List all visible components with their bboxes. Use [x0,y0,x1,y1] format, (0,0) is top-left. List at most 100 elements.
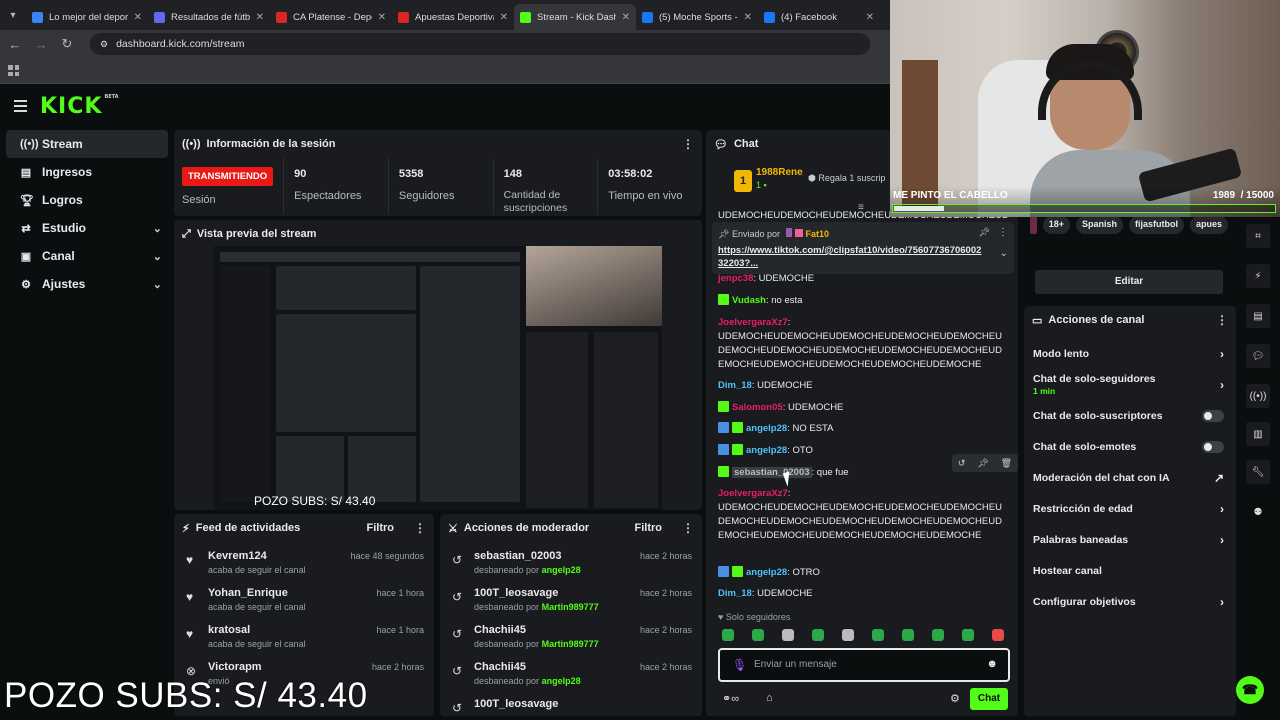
emote-icon[interactable] [842,629,854,641]
close-icon[interactable]: ✕ [744,12,752,23]
rail-more-icon[interactable]: ⚉ [1246,500,1270,524]
channel-tag[interactable]: 18+ [1042,216,1070,234]
chat-message[interactable]: Vudash: no esta [718,294,1008,308]
chat-username[interactable]: Vudash [732,295,766,306]
emote-icon[interactable] [722,629,734,641]
support-icon[interactable]: ☎ [1236,676,1264,704]
channel-tag[interactable]: apues [1189,216,1228,234]
browser-tab[interactable]: Apuestas Deportivas ✕ [392,4,514,30]
feed-item[interactable]: ♥ Kevrem124 acaba de seguir el canal hace 4… [174,544,434,581]
chat-message[interactable]: angelp28: NO ESTA [718,422,1008,436]
chat-message[interactable]: Salomon05: UDEMOCHE [718,401,1008,415]
chat-input[interactable]: 🎙︎ Enviar un mensaje ☻ [718,648,1010,682]
sidebar-item-logros[interactable]: 🏆︎ Logros [6,186,168,214]
gift-prompt[interactable]: ⬢ Regala 1 suscrip [808,173,885,184]
channel-action-item[interactable]: Chat de solo-emotes [1024,431,1236,462]
browser-tab[interactable]: (5) Moche Sports - F ✕ [636,4,758,30]
chat-username[interactable]: angelp28 [746,567,787,578]
chat-username[interactable]: angelp28 [746,423,787,434]
channel-action-item[interactable]: Restricción de edad › [1024,493,1236,524]
close-icon[interactable]: ✕ [256,12,264,23]
toggle-switch[interactable] [1202,440,1224,453]
channel-action-item[interactable]: Hostear canal [1024,555,1236,586]
browser-tab[interactable]: Stream - Kick Dashb ✕ [514,4,636,30]
sidebar-item-estudio[interactable]: ⇄ Estudio ⌄ [6,214,168,242]
emote-icon[interactable] [782,629,794,641]
pinned-link[interactable]: https://www.tiktok.com/@clipsfat10/video… [718,244,984,270]
rail-server-icon[interactable]: ▥ [1246,422,1270,446]
filter-button[interactable]: Filtro [367,522,395,534]
more-options-icon[interactable]: ⋮ [682,521,694,535]
feed-item[interactable]: ♥ kratosal acaba de seguir el canal hace 1 … [174,618,434,655]
chat-message[interactable]: angelp28: OTRO [718,566,1008,580]
browser-tab[interactable]: Lo mejor del deporte ✕ [26,4,148,30]
send-chat-button[interactable]: Chat [970,688,1008,710]
channel-action-item[interactable]: Palabras baneadas › [1024,524,1236,555]
settings-icon[interactable]: ⚙ [950,692,960,705]
url-field[interactable]: ⚙ dashboard.kick.com/stream [90,33,870,55]
browser-tab[interactable]: (4) Facebook ✕ [758,4,880,30]
close-icon[interactable]: ✕ [134,12,142,23]
chat-username[interactable]: Dim_18 [718,588,752,599]
mod-item[interactable]: ↺ sebastian_02003 desbaneado por angelp28 h… [440,544,702,581]
chat-message[interactable]: JoelvergaraXz7: UDEMOCHEUDEMOCHEUDEMOCHEU… [718,487,1008,543]
emote-icon[interactable] [962,629,974,641]
rail-wrench-icon[interactable]: 🔧︎ [1246,460,1270,484]
store-icon[interactable]: ⌂ [766,692,773,704]
chat-username[interactable]: Dim_18 [718,380,752,391]
emoji-icon[interactable]: ☻ [986,658,998,670]
chevron-down-icon[interactable]: ⌄ [1000,248,1008,259]
menu-icon[interactable] [14,100,27,115]
channel-tag[interactable]: fijasfutbol [1128,216,1184,234]
feed-item[interactable]: ♥ Yohan_Enrique acaba de seguir el canal ha… [174,581,434,618]
chat-username[interactable]: JoelvergaraXz7 [718,317,788,328]
browser-tab[interactable]: Resultados de fútbol ✕ [148,4,270,30]
close-icon[interactable]: ✕ [622,12,630,23]
emote-icon[interactable] [872,629,884,641]
emote-icon[interactable] [812,629,824,641]
more-options-icon[interactable]: ⋮ [1216,313,1228,327]
rail-capture-icon[interactable]: ⌗ [1246,224,1270,248]
close-icon[interactable]: ✕ [378,12,386,23]
chat-message[interactable]: jenpc38: UDEMOCHE [718,272,1008,286]
infinity-icon[interactable]: ⚭∞ [722,692,739,705]
more-options-icon[interactable]: ⋮ [682,137,694,151]
edit-button[interactable]: Editar [1035,270,1223,294]
chat-message[interactable]: JoelvergaraXz7: UDEMOCHEUDEMOCHEUDEMOCHEU… [718,316,1008,372]
sidebar-item-stream[interactable]: ((•)) Stream [6,130,168,158]
chat-username[interactable]: jenpc38 [718,273,753,284]
channel-action-item[interactable]: Chat de solo-seguidores 1 min › [1024,369,1236,400]
channel-action-item[interactable]: Chat de solo-suscriptores [1024,400,1236,431]
apps-icon[interactable] [8,65,19,76]
rail-bolt-icon[interactable]: ⚡︎ [1246,264,1270,288]
sidebar-item-canal[interactable]: ▣ Canal ⌄ [6,242,168,270]
channel-action-item[interactable]: Moderación del chat con IA ↗ [1024,462,1236,493]
sidebar-item-ingresos[interactable]: ▤ Ingresos [6,158,168,186]
rail-broadcast-icon[interactable]: ((•)) [1246,384,1270,408]
chat-username[interactable]: sebastian_02003 [732,467,812,478]
reload-icon[interactable]: ↻ [60,36,74,52]
browser-tab[interactable]: CA Platense - Deport ✕ [270,4,392,30]
channel-action-item[interactable]: Configurar objetivos › [1024,586,1236,617]
rail-document-icon[interactable]: ▤ [1246,304,1270,328]
mod-item[interactable]: ↺ Chachii45 desbaneado por angelp28 hace 2 … [440,655,702,692]
stream-preview-video[interactable]: POZO SUBS: S/ 43.40 [214,246,662,510]
site-info-icon[interactable]: ⚙ [100,39,108,50]
pin-toggle-icon[interactable]: 📌︎ [979,227,990,238]
chat-username[interactable]: Salomon05 [732,402,783,413]
back-icon[interactable]: ← [8,37,22,52]
close-icon[interactable]: ✕ [866,12,874,23]
mic-icon[interactable]: 🎙︎ [732,658,747,672]
emote-icon[interactable] [932,629,944,641]
chat-message[interactable]: Dim_18: UDEMOCHE [718,587,1008,601]
chat-username[interactable]: angelp28 [746,445,787,456]
close-icon[interactable]: ✕ [500,12,508,23]
sidebar-item-ajustes[interactable]: ⚙ Ajustes ⌄ [6,270,168,298]
undo-icon[interactable]: ↺ [958,458,966,469]
mod-item[interactable]: ↺ 100T_leosavage desbaneado por Martin9897… [440,581,702,618]
rail-chat-icon[interactable]: 💬︎ [1246,344,1270,368]
emote-icon[interactable] [902,629,914,641]
pinned-message[interactable]: 📌︎ Enviado por Fat10 ⋮ 📌︎ https://www.ti… [712,222,1014,274]
pinned-more-icon[interactable]: ⋮ [998,227,1008,238]
emote-icon[interactable] [992,629,1004,641]
